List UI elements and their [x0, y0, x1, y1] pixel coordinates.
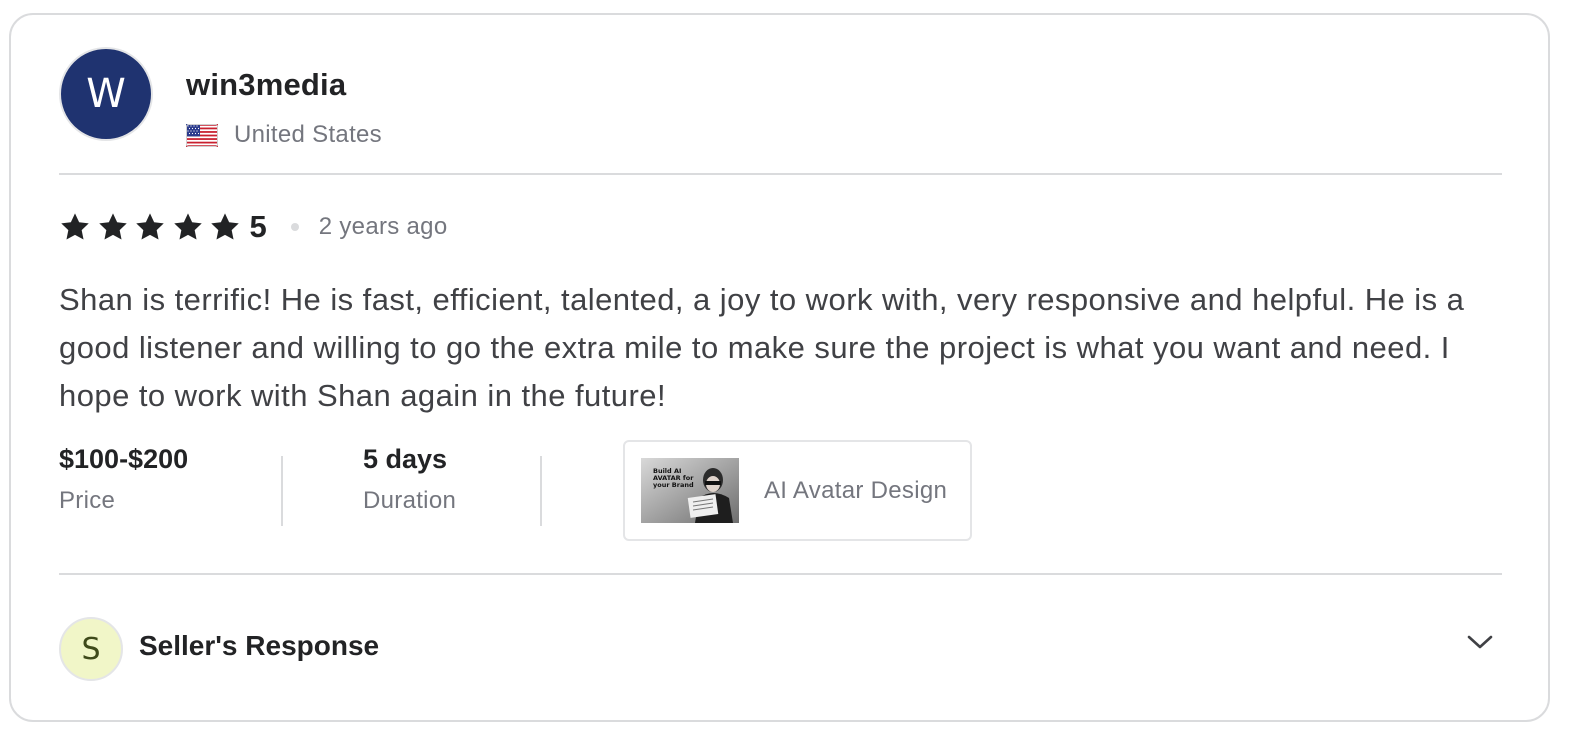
price-value: $100-$200	[59, 444, 189, 474]
reviewer-country: United States	[186, 121, 382, 149]
star-icon	[173, 213, 202, 240]
seller-response-label: Seller's Response	[139, 630, 380, 661]
response-divider	[59, 573, 1502, 575]
separator-dot	[290, 223, 299, 231]
star-icon	[211, 213, 239, 240]
review-card: W win3media United States 5 2 years ago …	[9, 13, 1550, 722]
meta-divider	[281, 456, 283, 526]
star-icon	[61, 213, 89, 240]
rating-row: 5 2 years ago	[59, 207, 447, 247]
rating-value: 5	[249, 209, 267, 244]
price-block: $100-$200 Price	[59, 440, 188, 515]
reviewer-avatar[interactable]: W	[59, 47, 153, 141]
duration-value: 5 days	[363, 444, 448, 474]
header-divider	[59, 173, 1502, 175]
review-text: Shan is terrific! He is fast, efficient,…	[59, 282, 1465, 413]
review-time: 2 years ago	[318, 213, 448, 240]
seller-response-toggle[interactable]: S Seller's Response	[59, 617, 1502, 681]
gig-thumbnail-text: Build AI AVATAR for your Brand	[653, 467, 694, 489]
gig-card[interactable]: Build AI AVATAR for your Brand AI Avatar…	[623, 440, 972, 541]
price-label: Price	[59, 487, 116, 514]
star-rating	[59, 211, 247, 243]
star-icon	[136, 213, 164, 240]
meta-divider	[540, 456, 542, 526]
reviewer-username[interactable]: win3media	[186, 67, 346, 103]
duration-block: 5 days Duration	[363, 440, 456, 515]
chevron-down-icon[interactable]	[1466, 631, 1494, 653]
star-icon	[98, 213, 127, 240]
gig-title: AI Avatar Design	[764, 476, 948, 504]
gig-thumbnail: Build AI AVATAR for your Brand	[641, 458, 739, 523]
duration-label: Duration	[363, 487, 457, 514]
seller-avatar: S	[59, 617, 123, 681]
us-flag-icon	[186, 123, 218, 147]
country-name: United States	[234, 121, 382, 148]
reviewer-avatar-letter: W	[86, 71, 126, 117]
seller-avatar-letter: S	[81, 631, 101, 667]
